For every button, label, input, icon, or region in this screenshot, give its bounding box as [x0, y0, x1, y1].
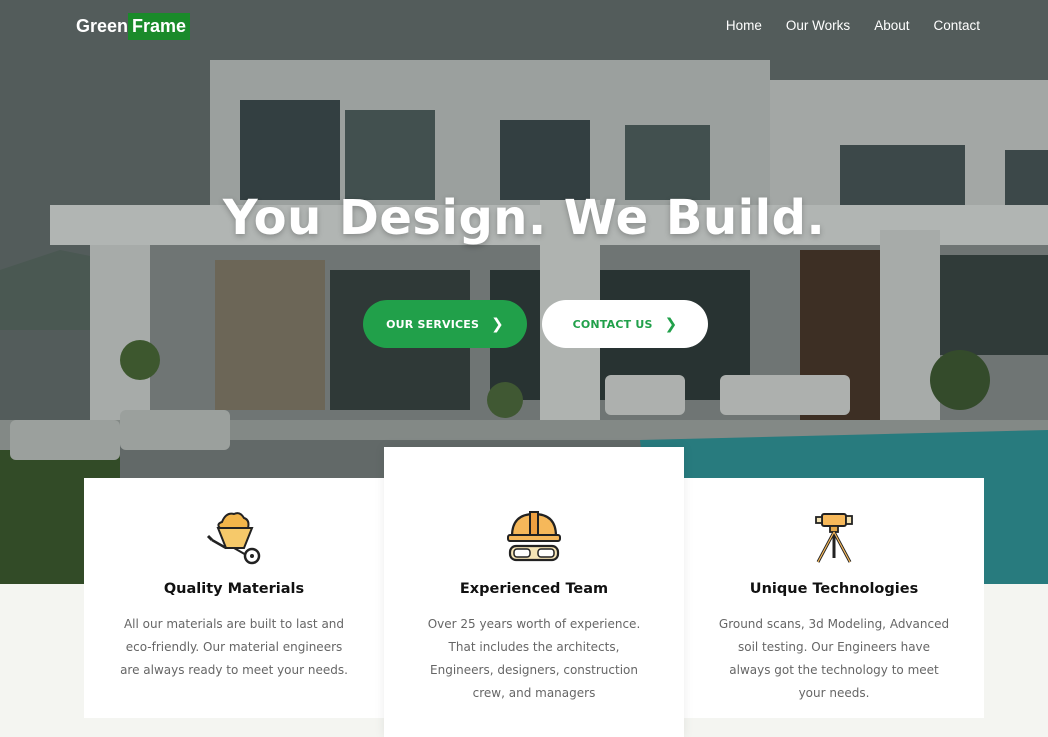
feature-title: Unique Technologies — [749, 581, 919, 597]
feature-card-experienced-team: Experienced Team Over 25 years worth of … — [384, 447, 684, 737]
contact-us-button-label: CONTACT US — [572, 317, 653, 331]
nav-item-home[interactable]: Home — [726, 18, 762, 33]
wheelbarrow-icon — [206, 512, 261, 565]
hard-hat-goggles-icon — [507, 511, 561, 562]
feature-description: Over 25 years worth of experience. That … — [427, 617, 641, 700]
feature-title: Experienced Team — [459, 581, 609, 597]
feature-cards: Quality Materials All our materials are … — [84, 447, 984, 737]
brand-logo-text-frame: Frame — [128, 12, 191, 40]
brand-logo[interactable]: Green Frame — [76, 12, 191, 40]
our-services-button-label: OUR SERVICES — [386, 317, 480, 331]
nav-item-about[interactable]: About — [874, 18, 909, 33]
feature-description: All our materials are built to last and … — [120, 617, 348, 677]
brand-logo-text-green: Green — [76, 15, 129, 36]
nav-item-contact[interactable]: Contact — [933, 18, 980, 33]
feature-description: Ground scans, 3d Modeling, Advanced soil… — [718, 617, 950, 700]
main-nav: Home Our Works About Contact — [726, 18, 980, 33]
chevron-right-icon: ❯ — [491, 315, 504, 333]
contact-us-button[interactable]: CONTACT US ❯ — [542, 300, 708, 348]
feature-title: Quality Materials — [163, 581, 305, 597]
our-services-button[interactable]: OUR SERVICES ❯ — [363, 300, 527, 348]
chevron-right-icon: ❯ — [664, 315, 678, 333]
feature-card-unique-technologies: Unique Technologies Ground scans, 3d Mod… — [684, 478, 984, 718]
nav-item-our-works[interactable]: Our Works — [786, 18, 850, 33]
feature-card-quality-materials: Quality Materials All our materials are … — [84, 478, 384, 718]
hero-headline: You Design. We Build. — [222, 190, 826, 246]
surveying-tripod-icon — [815, 513, 853, 563]
